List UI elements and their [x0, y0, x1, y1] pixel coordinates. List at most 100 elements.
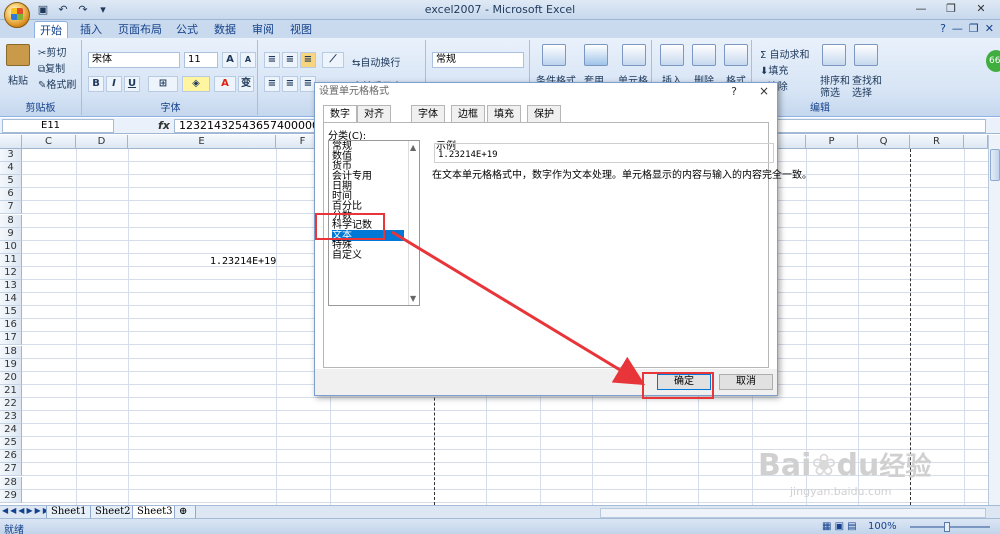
- ribbon-close-icon[interactable]: ✕: [985, 22, 994, 35]
- autosum-button[interactable]: Σ 自动求和: [760, 46, 810, 61]
- row-header[interactable]: 16: [0, 319, 22, 333]
- align-center-button[interactable]: ≡: [282, 76, 298, 92]
- fx-button[interactable]: fx: [158, 119, 170, 132]
- row-header[interactable]: 4: [0, 162, 22, 176]
- row-header[interactable]: 29: [0, 489, 22, 503]
- row-header[interactable]: 9: [0, 227, 22, 241]
- tab-border[interactable]: 边框: [451, 105, 485, 123]
- row-header[interactable]: 12: [0, 266, 22, 280]
- row-header[interactable]: 14: [0, 293, 22, 307]
- row-header[interactable]: 28: [0, 476, 22, 490]
- ribbon-restore-icon[interactable]: ❐: [969, 22, 979, 35]
- category-scrollbar[interactable]: ▲ ▼: [408, 141, 419, 305]
- side-badge[interactable]: 66: [986, 50, 1000, 72]
- cut-button[interactable]: ✂剪切: [38, 44, 66, 59]
- view-buttons[interactable]: ▦ ▣ ▤: [822, 521, 857, 532]
- chevron-down-icon[interactable]: ▼: [410, 294, 416, 303]
- row-header[interactable]: 7: [0, 201, 22, 215]
- column-header-e[interactable]: E: [128, 135, 276, 149]
- column-header-q[interactable]: Q: [858, 135, 910, 149]
- align-middle-button[interactable]: ≡: [282, 52, 298, 68]
- tab-page-layout[interactable]: 页面布局: [114, 21, 166, 38]
- font-name-combo[interactable]: 宋体: [88, 52, 180, 68]
- align-left-button[interactable]: ≡: [264, 76, 280, 92]
- close-button[interactable]: ✕: [966, 0, 996, 18]
- row-header[interactable]: 25: [0, 437, 22, 451]
- dialog-close-button[interactable]: ×: [759, 84, 769, 98]
- font-size-combo[interactable]: 11: [184, 52, 218, 68]
- column-header-s[interactable]: [964, 135, 988, 149]
- scroll-thumb[interactable]: [990, 149, 1000, 181]
- wrap-text-button[interactable]: ⇆自动换行: [352, 54, 400, 69]
- cancel-button[interactable]: 取消: [719, 374, 773, 390]
- row-header[interactable]: 6: [0, 188, 22, 202]
- column-header-d[interactable]: D: [76, 135, 128, 149]
- row-header[interactable]: 21: [0, 384, 22, 398]
- format-painter-button[interactable]: ✎格式刷: [38, 76, 76, 91]
- underline-button[interactable]: U: [124, 76, 140, 92]
- name-box[interactable]: E11: [2, 119, 114, 133]
- row-header[interactable]: 3: [0, 149, 22, 162]
- column-header-p[interactable]: P: [806, 135, 858, 149]
- vertical-scrollbar[interactable]: [988, 135, 1000, 505]
- row-header[interactable]: 13: [0, 280, 22, 293]
- tab-alignment[interactable]: 对齐: [357, 105, 391, 123]
- dialog-help-button[interactable]: ?: [731, 85, 737, 98]
- bold-button[interactable]: B: [88, 76, 104, 92]
- row-header[interactable]: 24: [0, 424, 22, 438]
- row-header[interactable]: 15: [0, 306, 22, 320]
- font-color-button[interactable]: A: [214, 76, 236, 92]
- paste-icon[interactable]: [6, 44, 30, 66]
- minimize-button[interactable]: —: [906, 0, 936, 18]
- align-bottom-button[interactable]: ≡: [300, 52, 316, 68]
- shrink-font-button[interactable]: A: [240, 52, 256, 68]
- select-all-corner[interactable]: [0, 135, 22, 149]
- grow-font-button[interactable]: A: [222, 52, 238, 68]
- row-header[interactable]: 22: [0, 397, 22, 411]
- orientation-button[interactable]: ⟋: [322, 52, 344, 68]
- status-ready: 就绪: [4, 525, 24, 534]
- align-top-button[interactable]: ≡: [264, 52, 280, 68]
- column-header-r[interactable]: R: [910, 135, 964, 149]
- fill-button[interactable]: ⬇填充: [760, 62, 788, 77]
- tab-fill[interactable]: 填充: [487, 105, 521, 123]
- row-header[interactable]: 27: [0, 463, 22, 477]
- tab-data[interactable]: 数据: [208, 21, 242, 38]
- copy-button[interactable]: ⧉复制: [38, 60, 65, 75]
- row-header[interactable]: 19: [0, 358, 22, 372]
- row-header[interactable]: 26: [0, 450, 22, 464]
- row-header[interactable]: 10: [0, 240, 22, 254]
- paste-button[interactable]: 粘贴: [8, 72, 28, 87]
- zoom-knob[interactable]: [944, 522, 950, 532]
- row-header[interactable]: 23: [0, 411, 22, 424]
- tab-review[interactable]: 审阅: [246, 21, 280, 38]
- help-icon[interactable]: ?: [940, 22, 946, 35]
- office-button[interactable]: [4, 2, 30, 28]
- tab-formulas[interactable]: 公式: [170, 21, 204, 38]
- tab-home[interactable]: 开始: [34, 21, 68, 38]
- restore-button[interactable]: ❐: [936, 0, 966, 18]
- row-header[interactable]: 20: [0, 371, 22, 385]
- number-format-combo[interactable]: 常规: [432, 52, 524, 68]
- row-header[interactable]: 18: [0, 345, 22, 359]
- row-header[interactable]: 8: [0, 214, 22, 228]
- borders-button[interactable]: ⊞: [148, 76, 178, 92]
- chevron-up-icon[interactable]: ▲: [410, 143, 416, 152]
- tab-protection[interactable]: 保护: [527, 105, 561, 123]
- zoom-slider[interactable]: [910, 522, 990, 532]
- sheet-nav-arrows-icon[interactable]: ◀◀◀▶▶▶: [2, 506, 51, 515]
- italic-button[interactable]: I: [106, 76, 122, 92]
- tab-view[interactable]: 视图: [284, 21, 318, 38]
- zoom-level[interactable]: 100%: [868, 521, 897, 532]
- column-header-c[interactable]: C: [22, 135, 76, 149]
- row-header[interactable]: 5: [0, 175, 22, 189]
- tab-insert[interactable]: 插入: [74, 21, 108, 38]
- row-header[interactable]: 17: [0, 332, 22, 346]
- ribbon-minimize-icon[interactable]: —: [952, 22, 963, 35]
- tab-font[interactable]: 字体: [411, 105, 445, 123]
- phonetic-button[interactable]: 变: [238, 76, 254, 92]
- horizontal-scrollbar[interactable]: [600, 508, 986, 518]
- row-header[interactable]: 11: [0, 253, 22, 267]
- category-custom[interactable]: 自定义: [332, 250, 404, 261]
- fill-color-button[interactable]: ◈: [182, 76, 210, 92]
